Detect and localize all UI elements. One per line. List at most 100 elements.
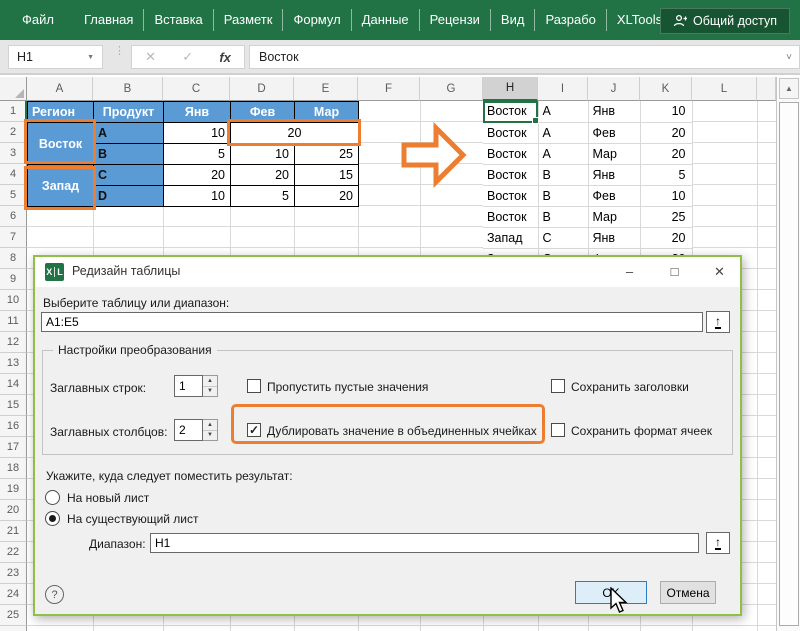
- cell-J7[interactable]: Янв: [588, 227, 641, 249]
- cell-I6[interactable]: B: [538, 206, 589, 228]
- cell-J4[interactable]: Янв: [588, 164, 641, 186]
- formula-bar-grip[interactable]: ⋮: [114, 46, 125, 57]
- cell-B2[interactable]: A: [93, 122, 164, 144]
- col-header-D[interactable]: D: [230, 77, 294, 101]
- cell-H2[interactable]: Восток: [483, 122, 539, 144]
- vertical-scrollbar[interactable]: ▲: [776, 77, 800, 631]
- col-header-C[interactable]: C: [163, 77, 230, 101]
- destination-input[interactable]: H1: [150, 533, 699, 553]
- cell-E5[interactable]: 20: [294, 185, 359, 207]
- checkbox-keep-format-label[interactable]: Сохранить формат ячеек: [571, 424, 712, 438]
- checkbox-keep-format[interactable]: [551, 423, 565, 437]
- cell-H6[interactable]: Восток: [483, 206, 539, 228]
- help-button[interactable]: ?: [45, 585, 64, 604]
- range-input[interactable]: A1:E5: [41, 312, 703, 332]
- row-header-16[interactable]: 16: [0, 416, 27, 437]
- row-header-3[interactable]: 3: [0, 143, 27, 164]
- cell-C1[interactable]: Янв: [163, 101, 231, 123]
- cell-J3[interactable]: Мар: [588, 143, 641, 165]
- cell-D3[interactable]: 10: [230, 143, 295, 165]
- cell-B1[interactable]: Продукт: [93, 101, 164, 123]
- cell-K3[interactable]: 20: [640, 143, 693, 165]
- cell-K5[interactable]: 10: [640, 185, 693, 207]
- cell-K7[interactable]: 20: [640, 227, 693, 249]
- row-header-20[interactable]: 20: [0, 500, 27, 521]
- radio-existing-sheet-label[interactable]: На существующий лист: [67, 512, 199, 526]
- insert-function-icon[interactable]: fx: [219, 50, 231, 65]
- header-rows-value[interactable]: 1: [174, 375, 203, 397]
- col-header-A[interactable]: A: [27, 77, 93, 101]
- cell-H7[interactable]: Запад: [483, 227, 539, 249]
- cell-J5[interactable]: Фев: [588, 185, 641, 207]
- cancel-button[interactable]: Отмена: [660, 581, 716, 604]
- row-header-21[interactable]: 21: [0, 521, 27, 542]
- name-box[interactable]: H1 ▼: [8, 45, 103, 69]
- col-header-G[interactable]: G: [420, 77, 483, 101]
- row-header-19[interactable]: 19: [0, 479, 27, 500]
- cell-J2[interactable]: Фев: [588, 122, 641, 144]
- cell-E4[interactable]: 15: [294, 164, 359, 186]
- header-rows-stepper[interactable]: 1 ▲ ▼: [174, 375, 218, 397]
- cell-I1[interactable]: A: [538, 101, 589, 123]
- row-header-1[interactable]: 1: [0, 101, 27, 122]
- col-header-I[interactable]: I: [538, 77, 588, 101]
- minimize-icon[interactable]: –: [617, 260, 642, 283]
- cancel-entry-icon[interactable]: ✕: [145, 49, 156, 65]
- cell-B5[interactable]: D: [93, 185, 164, 207]
- cell-C5[interactable]: 10: [163, 185, 231, 207]
- cell-K4[interactable]: 5: [640, 164, 693, 186]
- cell-I7[interactable]: C: [538, 227, 589, 249]
- row-header-2[interactable]: 2: [0, 122, 27, 143]
- row-header-24[interactable]: 24: [0, 584, 27, 605]
- row-header-25[interactable]: 25: [0, 605, 27, 626]
- stepper-up-icon[interactable]: ▲: [203, 376, 217, 387]
- cell-I5[interactable]: B: [538, 185, 589, 207]
- row-header-8[interactable]: 8: [0, 248, 27, 269]
- col-header-E[interactable]: E: [294, 77, 358, 101]
- tab-data[interactable]: Данные: [352, 9, 420, 31]
- cell-K1[interactable]: 10: [640, 101, 693, 123]
- col-header-F[interactable]: F: [358, 77, 420, 101]
- row-header-18[interactable]: 18: [0, 458, 27, 479]
- formula-input[interactable]: Восток ˅: [249, 45, 800, 69]
- cell-K6[interactable]: 25: [640, 206, 693, 228]
- stepper-down-icon[interactable]: ▼: [203, 431, 217, 441]
- row-header-9[interactable]: 9: [0, 269, 27, 290]
- destination-picker-button[interactable]: ↑: [706, 532, 730, 554]
- cell-D5[interactable]: 5: [230, 185, 295, 207]
- tab-insert[interactable]: Вставка: [144, 9, 214, 31]
- row-header-15[interactable]: 15: [0, 395, 27, 416]
- row-header-11[interactable]: 11: [0, 311, 27, 332]
- cell-I3[interactable]: A: [538, 143, 589, 165]
- cell-H3[interactable]: Восток: [483, 143, 539, 165]
- cell-C3[interactable]: 5: [163, 143, 231, 165]
- tab-layout[interactable]: Разметк: [214, 9, 284, 31]
- cell-B3[interactable]: B: [93, 143, 164, 165]
- row-header-14[interactable]: 14: [0, 374, 27, 395]
- row-header-4[interactable]: 4: [0, 164, 27, 185]
- tab-review[interactable]: Рецензи: [420, 9, 491, 31]
- row-header-13[interactable]: 13: [0, 353, 27, 374]
- cell-C4[interactable]: 20: [163, 164, 231, 186]
- header-cols-value[interactable]: 2: [174, 419, 203, 441]
- share-button[interactable]: Общий доступ: [660, 8, 790, 34]
- cell-I2[interactable]: A: [538, 122, 589, 144]
- select-all-corner[interactable]: [0, 77, 27, 101]
- row-header-23[interactable]: 23: [0, 563, 27, 584]
- scrollbar-thumb[interactable]: [779, 102, 799, 626]
- stepper-up-icon[interactable]: ▲: [203, 420, 217, 431]
- checkbox-skip-empty-label[interactable]: Пропустить пустые значения: [267, 380, 428, 394]
- row-header-22[interactable]: 22: [0, 542, 27, 563]
- cell-C2[interactable]: 10: [163, 122, 231, 144]
- scroll-up-icon[interactable]: ▲: [779, 78, 799, 99]
- cell-E3[interactable]: 25: [294, 143, 359, 165]
- col-header-K[interactable]: K: [640, 77, 692, 101]
- header-cols-stepper[interactable]: 2 ▲ ▼: [174, 419, 218, 441]
- col-header-L[interactable]: L: [692, 77, 757, 101]
- tab-developer[interactable]: Разрабо: [535, 9, 607, 31]
- row-header-7[interactable]: 7: [0, 227, 27, 248]
- cell-B4[interactable]: C: [93, 164, 164, 186]
- close-icon[interactable]: ✕: [707, 260, 732, 283]
- cell-H5[interactable]: Восток: [483, 185, 539, 207]
- range-picker-button[interactable]: ↑: [706, 311, 730, 333]
